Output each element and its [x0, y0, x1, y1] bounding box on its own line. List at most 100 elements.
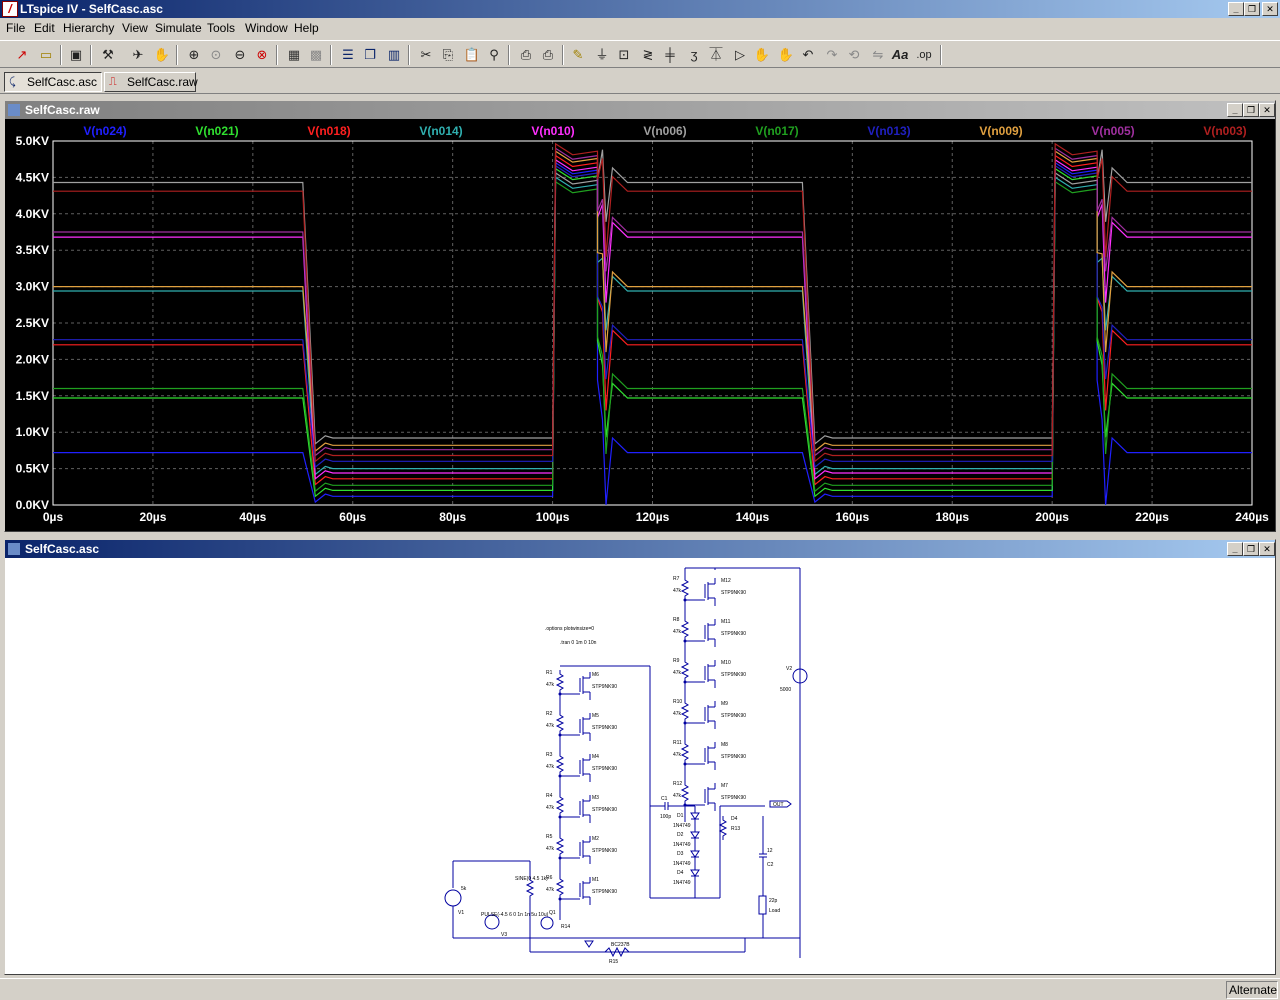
close-button[interactable]: ✕	[1262, 2, 1278, 16]
nmos-transistor[interactable]	[704, 660, 716, 688]
wire-icon[interactable]: ✎	[568, 45, 588, 65]
rotate-icon[interactable]: ⟲	[844, 45, 864, 65]
nmos-transistor[interactable]	[704, 619, 716, 647]
tab-selfcasc-raw[interactable]: ⎍ SelfCasc.raw	[104, 72, 198, 92]
schematic-restore-button[interactable]: ❐	[1243, 542, 1259, 556]
resistor[interactable]	[555, 711, 565, 735]
cascade-icon[interactable]: ❐	[360, 45, 380, 65]
menu-window[interactable]: Window	[245, 21, 288, 35]
nmos-transistor[interactable]	[579, 836, 591, 864]
paste-icon[interactable]: 📋	[462, 45, 482, 65]
menu-tools[interactable]: Tools	[207, 21, 235, 35]
zener-diode[interactable]	[690, 869, 700, 877]
nmos-transistor[interactable]	[579, 713, 591, 741]
resistor[interactable]	[555, 834, 565, 858]
resistor[interactable]	[555, 752, 565, 776]
bjt-q1[interactable]	[540, 916, 554, 930]
menu-hierarchy[interactable]: Hierarchy	[63, 21, 114, 35]
load-resistor[interactable]	[758, 895, 767, 915]
legend-vn006[interactable]: V(n006)	[643, 124, 686, 138]
redo-icon[interactable]: ↷	[822, 45, 842, 65]
trace-vn005[interactable]	[53, 147, 1252, 457]
move-icon[interactable]: ✋	[752, 45, 772, 65]
menu-edit[interactable]: Edit	[34, 21, 55, 35]
menu-view[interactable]: View	[122, 21, 148, 35]
plot-close-button[interactable]: ✕	[1259, 103, 1275, 117]
save-icon[interactable]: ▣	[66, 45, 86, 65]
zener-diode[interactable]	[690, 831, 700, 839]
legend-vn024[interactable]: V(n024)	[83, 124, 126, 138]
schematic-close-button[interactable]: ✕	[1259, 542, 1275, 556]
component-icon[interactable]: ▷	[730, 45, 750, 65]
resistor[interactable]	[718, 816, 728, 840]
menu-simulate[interactable]: Simulate	[155, 21, 202, 35]
schematic-icon[interactable]: ↗	[12, 45, 32, 65]
resistor[interactable]	[680, 576, 690, 600]
legend-vn013[interactable]: V(n013)	[867, 124, 910, 138]
autorange-icon[interactable]: ▦	[284, 45, 304, 65]
resistor[interactable]	[680, 617, 690, 641]
text-icon[interactable]: Aa	[890, 45, 910, 65]
legend-vn021[interactable]: V(n021)	[195, 124, 238, 138]
resistor[interactable]	[555, 875, 565, 899]
halt-icon[interactable]: ✋	[152, 45, 172, 65]
print-icon[interactable]: ⎙	[538, 45, 558, 65]
legend-vn009[interactable]: V(n009)	[979, 124, 1022, 138]
find-icon[interactable]: ⚲	[484, 45, 504, 65]
label-icon[interactable]: ⊡	[614, 45, 634, 65]
run-icon[interactable]: ✈	[128, 45, 148, 65]
zoom-out-icon[interactable]: ⊖	[230, 45, 250, 65]
nmos-transistor[interactable]	[579, 795, 591, 823]
schematic-canvas[interactable]: .options plotwinsize=0 .tran 0 1m 0 10n R7…	[5, 558, 1275, 972]
legend-vn018[interactable]: V(n018)	[307, 124, 350, 138]
inductor-icon[interactable]: ʒ	[684, 45, 704, 65]
voltage-source-v1[interactable]	[444, 889, 462, 907]
zoom-fit-icon[interactable]: ⊗	[252, 45, 272, 65]
nmos-transistor[interactable]	[704, 742, 716, 770]
nmos-transistor[interactable]	[579, 754, 591, 782]
resistor[interactable]	[680, 781, 690, 805]
legend-vn003[interactable]: V(n003)	[1203, 124, 1246, 138]
tile-vertical-icon[interactable]: ▥	[384, 45, 404, 65]
plot-restore-button[interactable]: ❐	[1243, 103, 1259, 117]
diode-icon[interactable]: ⏄	[706, 45, 726, 65]
capacitor-icon[interactable]: ╪	[660, 45, 680, 65]
ground-icon[interactable]: ⏚	[592, 45, 612, 65]
resistor[interactable]	[555, 670, 565, 694]
nmos-transistor[interactable]	[704, 701, 716, 729]
ltspice-icon[interactable]: /	[2, 1, 18, 17]
legend-vn005[interactable]: V(n005)	[1091, 124, 1134, 138]
cut-icon[interactable]: ✂	[416, 45, 436, 65]
legend-vn017[interactable]: V(n017)	[755, 124, 798, 138]
legend-vn014[interactable]: V(n014)	[419, 124, 462, 138]
zoom-in-icon[interactable]: ⊕	[184, 45, 204, 65]
menu-help[interactable]: Help	[294, 21, 319, 35]
restore-button[interactable]: ❐	[1244, 2, 1260, 16]
mirror-icon[interactable]: ⇋	[868, 45, 888, 65]
zener-diode[interactable]	[690, 850, 700, 858]
open-icon[interactable]: ▭	[36, 45, 56, 65]
spice-directive-icon[interactable]: .op	[914, 45, 934, 65]
plot-minimize-button[interactable]: _	[1227, 103, 1243, 117]
tab-selfcasc-asc[interactable]: ⤹ SelfCasc.asc	[4, 72, 102, 92]
control-panel-icon[interactable]: ⚒	[98, 45, 118, 65]
nmos-transistor[interactable]	[704, 783, 716, 811]
nmos-transistor[interactable]	[579, 672, 591, 700]
resistor[interactable]	[555, 793, 565, 817]
pan-icon[interactable]: ⊙	[206, 45, 226, 65]
nmos-transistor[interactable]	[579, 877, 591, 905]
nmos-transistor[interactable]	[704, 578, 716, 606]
zener-diode[interactable]	[690, 812, 700, 820]
tile-horizontal-icon[interactable]: ☰	[338, 45, 358, 65]
copy-icon[interactable]: ⎘	[438, 45, 458, 65]
minimize-button[interactable]: _	[1228, 2, 1244, 16]
grid-icon[interactable]: ▩	[306, 45, 326, 65]
resistor[interactable]	[680, 740, 690, 764]
legend-vn010[interactable]: V(n010)	[531, 124, 574, 138]
menu-file[interactable]: File	[6, 21, 25, 35]
drag-icon[interactable]: ✋	[776, 45, 796, 65]
resistor-icon[interactable]: ≷	[638, 45, 658, 65]
trace-vn017[interactable]	[53, 180, 1252, 493]
resistor[interactable]	[680, 699, 690, 723]
print-setup-icon[interactable]: ⎙	[516, 45, 536, 65]
